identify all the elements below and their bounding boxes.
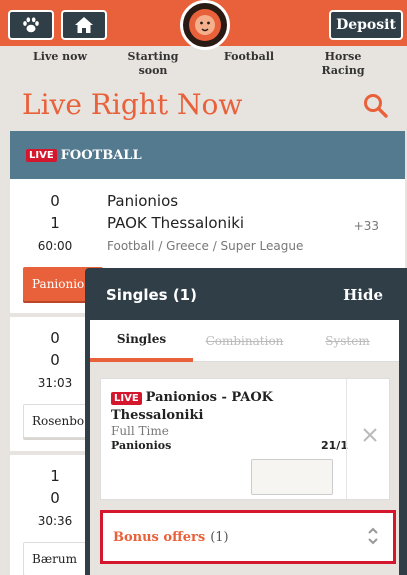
home-button[interactable] [61,10,107,40]
home-score: 0 [50,192,60,210]
search-icon [364,94,388,118]
bonus-offers-row[interactable]: Bonus offers (1) [100,510,396,564]
lion-logo[interactable] [180,0,230,50]
nav-football[interactable]: Football [218,50,280,64]
away-score: 1 [50,214,60,232]
odds-button[interactable]: Rosenbo [23,404,93,438]
odds-button[interactable]: Bærum [23,542,93,575]
paw-icon [23,17,39,33]
bet-selection: Panionios [111,439,172,452]
top-bar: Deposit [0,0,407,50]
page-title: Live Right Now [22,88,243,121]
bonus-offers-label: Bonus offers [113,529,206,545]
divider [346,379,347,499]
lion-logo-icon [189,9,221,41]
bet-card: LIVE Panionios - PAOK Thessaloniki Full T… [100,378,390,500]
bet-type-tabs: Singles Combination System [90,320,399,362]
stake-input[interactable] [251,459,333,495]
bet-odds: 21/1 [321,439,348,452]
sport-nav: Live now Starting soon Football Horse Ra… [0,46,407,86]
live-badge: LIVE [26,148,57,162]
sport-name: FOOTBALL [60,147,142,163]
bet-slip-title: Singles (1) [106,286,197,304]
bet-market: Full Time [111,424,169,438]
bet-slip-panel: Singles (1) Hide Singles Combination Sys… [85,268,407,575]
bonus-offers-count: (1) [210,529,229,545]
nav-live-now[interactable]: Live now [30,50,90,64]
home-team: Panionios [107,192,179,210]
remove-bet-button[interactable] [355,424,385,449]
bet-match: LIVE Panionios - PAOK Thessaloniki [111,389,331,424]
tab-singles[interactable]: Singles [90,320,193,362]
away-team: PAOK Thessaloniki [107,214,245,232]
tab-combination: Combination [205,334,284,348]
search-button[interactable] [362,92,390,120]
league-path: Football / Greece / Super League [107,239,304,253]
match-clock: 60:00 [37,239,73,253]
close-icon [363,428,377,442]
bet-slip-body: Singles Combination System LIVE Panionios… [90,320,399,575]
tab-system: System [325,334,370,348]
hide-button[interactable]: Hide [343,286,383,304]
more-markets[interactable]: +33 [354,219,379,233]
live-badge: LIVE [111,392,142,405]
deposit-button[interactable]: Deposit [329,10,403,40]
nav-horse-racing[interactable]: Horse Racing [314,50,372,78]
home-icon [75,17,93,33]
up-down-chevron-icon [368,527,378,545]
paw-button[interactable] [8,10,54,40]
sport-header[interactable]: LIVE FOOTBALL [10,131,405,179]
nav-starting-soon[interactable]: Starting soon [122,50,184,78]
